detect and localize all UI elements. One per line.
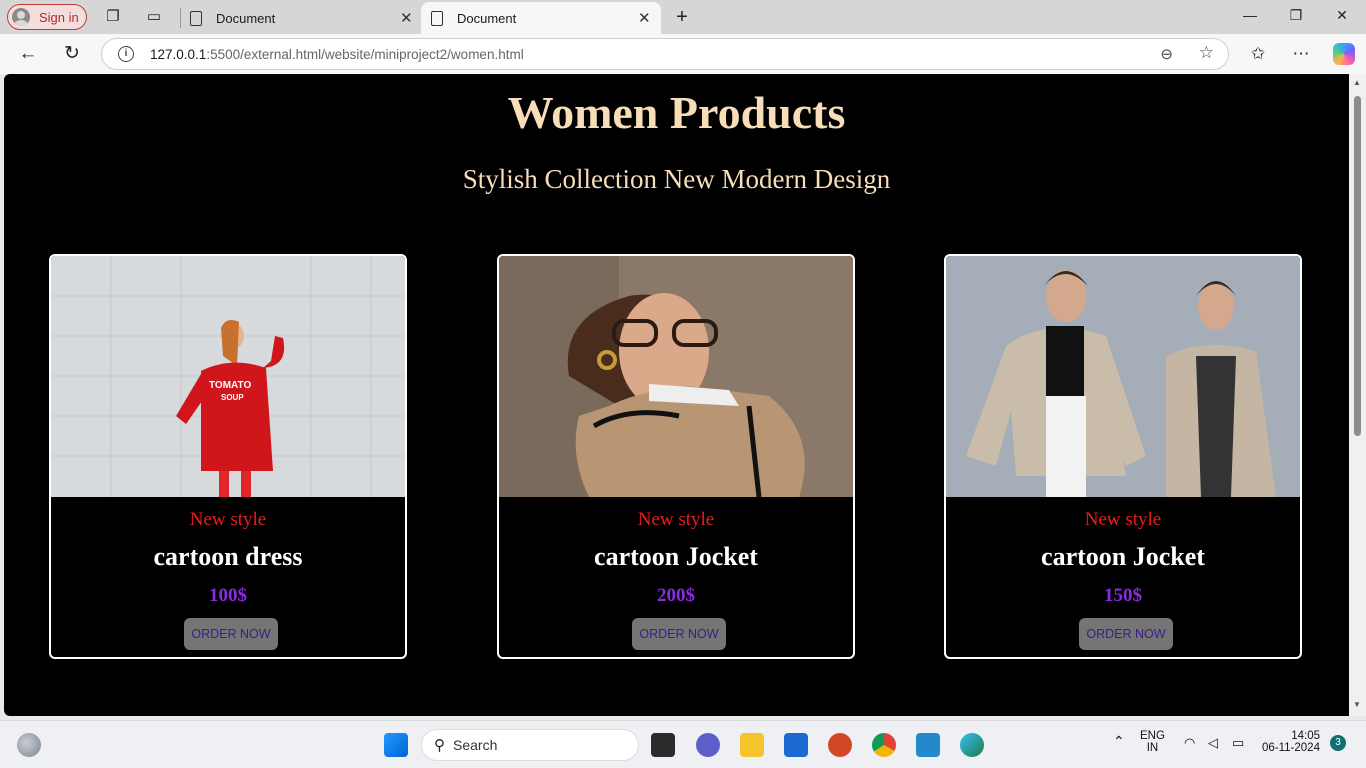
chrome-icon[interactable] bbox=[872, 733, 896, 757]
clock[interactable]: 14:05 06-11-2024 bbox=[1262, 730, 1320, 754]
svg-text:TOMATO: TOMATO bbox=[209, 380, 251, 391]
file-explorer-icon[interactable] bbox=[740, 733, 764, 757]
vscode-icon[interactable] bbox=[916, 733, 940, 757]
sign-in-label: Sign in bbox=[39, 9, 79, 25]
microsoft-store-icon[interactable] bbox=[784, 733, 808, 757]
profile-avatar-icon bbox=[12, 8, 30, 26]
close-tab-icon[interactable]: ✕ bbox=[400, 9, 413, 27]
taskbar-search-label: Search bbox=[453, 737, 498, 753]
product-image bbox=[499, 256, 853, 497]
volume-icon[interactable]: ◁ bbox=[1208, 735, 1218, 751]
page-title: Women Products bbox=[507, 87, 846, 138]
product-card: New style cartoon Jocket 200$ ORDER NOW bbox=[497, 254, 855, 659]
tab-document-2[interactable]: Document ✕ bbox=[421, 2, 661, 34]
scrollbar-thumb[interactable] bbox=[1354, 96, 1361, 436]
wifi-icon[interactable]: ◠ bbox=[1184, 735, 1195, 751]
product-card: TOMATO SOUP New style cartoon dress 100$… bbox=[49, 254, 407, 659]
tab-document-1[interactable]: Document ✕ bbox=[180, 2, 420, 34]
browser-tab-bar: Sign in ❐ ▭ Document ✕ Document ✕ + — ❐ … bbox=[0, 0, 1366, 34]
order-now-button[interactable]: ORDER NOW bbox=[184, 618, 278, 650]
battery-icon[interactable]: ▭ bbox=[1232, 735, 1244, 751]
page-viewport: Women Products Stylish Collection New Mo… bbox=[4, 74, 1349, 716]
favorites-icon[interactable]: ✩ bbox=[1247, 43, 1269, 65]
chevron-up-icon[interactable]: ⌃ bbox=[1113, 733, 1125, 750]
document-icon bbox=[190, 10, 202, 26]
taskbar-search-box[interactable]: ⚲ Search bbox=[421, 729, 639, 761]
product-image: TOMATO SOUP bbox=[51, 256, 405, 497]
close-tab-icon[interactable]: ✕ bbox=[638, 9, 651, 27]
product-price: 200$ bbox=[657, 585, 695, 606]
tab-separator bbox=[180, 8, 181, 28]
refresh-icon[interactable]: ↻ bbox=[61, 43, 83, 65]
product-price: 150$ bbox=[1104, 585, 1142, 606]
svg-text:SOUP: SOUP bbox=[221, 393, 244, 402]
edge-icon[interactable] bbox=[960, 733, 984, 757]
windows-start-icon[interactable] bbox=[384, 733, 408, 757]
more-menu-icon[interactable]: ⋯ bbox=[1290, 43, 1312, 65]
product-name: cartoon dress bbox=[153, 542, 303, 571]
back-arrow-icon[interactable]: ← bbox=[17, 43, 39, 65]
url-text[interactable]: 127.0.0.1:5500/external.html/website/min… bbox=[150, 47, 524, 62]
close-window-icon[interactable]: ✕ bbox=[1332, 7, 1352, 24]
favorite-star-icon[interactable]: ☆ bbox=[1199, 43, 1214, 63]
product-tag: New style bbox=[189, 509, 267, 530]
document-icon bbox=[431, 10, 443, 26]
copilot-icon[interactable] bbox=[1333, 43, 1355, 65]
vertical-scrollbar[interactable]: ▲ ▼ bbox=[1349, 74, 1366, 716]
new-tab-icon[interactable]: + bbox=[672, 7, 692, 27]
product-name: cartoon Jocket bbox=[1041, 542, 1205, 571]
product-tag: New style bbox=[637, 509, 715, 530]
product-card: New style cartoon Jocket 150$ ORDER NOW bbox=[944, 254, 1302, 659]
workspaces-icon[interactable]: ❐ bbox=[103, 7, 123, 27]
order-now-button[interactable]: ORDER NOW bbox=[1079, 618, 1173, 650]
scroll-up-icon[interactable]: ▲ bbox=[1353, 78, 1361, 87]
tab-title: Document bbox=[457, 10, 517, 26]
page-subtitle: Stylish Collection New Modern Design bbox=[462, 164, 891, 194]
sign-in-button[interactable]: Sign in bbox=[7, 4, 87, 30]
task-view-icon[interactable] bbox=[651, 733, 675, 757]
powerpoint-icon[interactable] bbox=[828, 733, 852, 757]
address-bar[interactable]: i 127.0.0.1:5500/external.html/website/m… bbox=[101, 38, 1229, 70]
product-image bbox=[946, 256, 1300, 497]
order-now-button[interactable]: ORDER NOW bbox=[632, 618, 726, 650]
zoom-icon[interactable]: ⊖ bbox=[1160, 45, 1173, 63]
search-icon: ⚲ bbox=[434, 737, 445, 754]
tab-title: Document bbox=[216, 10, 276, 26]
minimize-icon[interactable]: — bbox=[1240, 7, 1260, 23]
product-price: 100$ bbox=[209, 585, 247, 606]
browser-toolbar: ← ↻ i 127.0.0.1:5500/external.html/websi… bbox=[0, 34, 1366, 74]
teams-chat-icon[interactable] bbox=[696, 733, 720, 757]
notification-badge[interactable]: 3 bbox=[1330, 735, 1346, 751]
scroll-down-icon[interactable]: ▼ bbox=[1353, 700, 1361, 709]
tab-actions-icon[interactable]: ▭ bbox=[144, 7, 164, 27]
windows-taskbar: ⚲ Search ⌃ ENG IN ◠ ◁ ▭ 14:05 06-11-2024 bbox=[0, 720, 1366, 768]
weather-widget-icon[interactable] bbox=[17, 733, 41, 757]
product-tag: New style bbox=[1084, 509, 1162, 530]
product-name: cartoon Jocket bbox=[594, 542, 758, 571]
language-indicator[interactable]: ENG IN bbox=[1140, 730, 1165, 754]
site-info-icon[interactable]: i bbox=[118, 46, 134, 62]
restore-icon[interactable]: ❐ bbox=[1286, 7, 1306, 24]
